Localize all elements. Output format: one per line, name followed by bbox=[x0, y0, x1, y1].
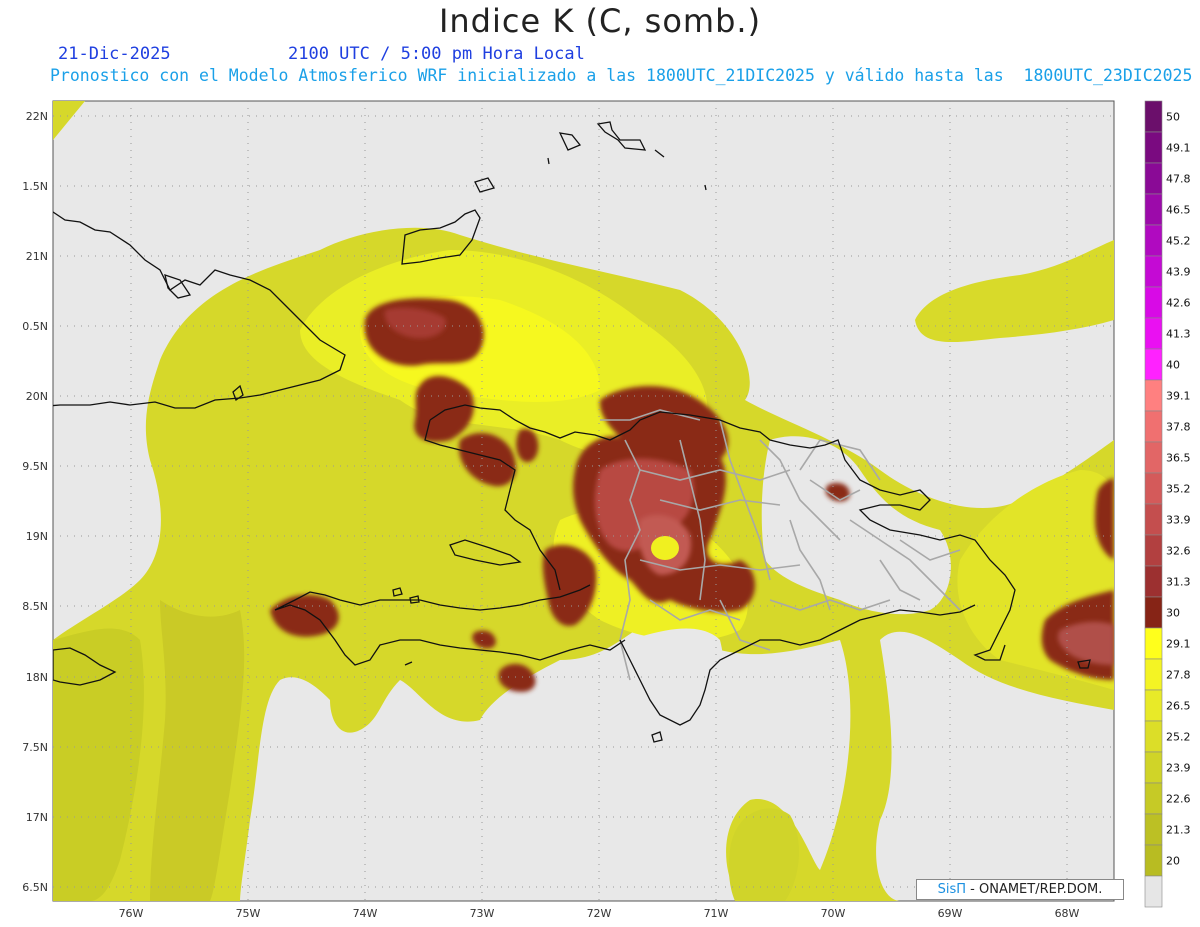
colorbar-swatch bbox=[1144, 534, 1163, 567]
colorbar-label: 47.8 bbox=[1166, 173, 1191, 186]
colorbar-swatch bbox=[1144, 193, 1163, 226]
lat-label: 21N bbox=[26, 250, 48, 263]
lat-label: 0.5N bbox=[22, 320, 48, 333]
colorbar-label: 26.5 bbox=[1166, 700, 1191, 713]
colorbar-label: 42.6 bbox=[1166, 297, 1191, 310]
colorbar-swatch bbox=[1144, 286, 1163, 319]
lat-label: 8.5N bbox=[22, 600, 48, 613]
colorbar-label: 37.8 bbox=[1166, 421, 1191, 434]
colorbar-swatch bbox=[1144, 162, 1163, 195]
colorbar-swatch bbox=[1144, 565, 1163, 598]
lat-label: 9.5N bbox=[22, 460, 48, 473]
lat-label: 20N bbox=[26, 390, 48, 403]
inner-yellow-hole bbox=[651, 536, 679, 560]
lon-label: 68W bbox=[1055, 907, 1080, 920]
colorbar-label: 33.9 bbox=[1166, 514, 1191, 527]
colorbar-label: 25.2 bbox=[1166, 731, 1191, 744]
colorbar-swatch bbox=[1144, 503, 1163, 536]
lat-label: 17N bbox=[26, 811, 48, 824]
colorbar-swatch bbox=[1144, 627, 1163, 660]
lat-label: 7.5N bbox=[22, 741, 48, 754]
colorbar-swatch bbox=[1144, 751, 1163, 784]
lon-label: 73W bbox=[470, 907, 495, 920]
colorbar-swatch bbox=[1144, 441, 1163, 474]
lat-label: 18N bbox=[26, 671, 48, 684]
colorbar-swatch bbox=[1144, 875, 1163, 908]
lat-label: 22N bbox=[26, 110, 48, 123]
lon-label: 74W bbox=[353, 907, 378, 920]
colorbar-label: 22.6 bbox=[1166, 793, 1191, 806]
colorbar-label: 41.3 bbox=[1166, 328, 1191, 341]
colorbar-swatch bbox=[1144, 317, 1163, 350]
colorbar-swatch bbox=[1144, 689, 1163, 722]
colorbar-label: 23.9 bbox=[1166, 762, 1191, 775]
colorbar-label: 50 bbox=[1166, 111, 1180, 124]
colorbar-label: 30 bbox=[1166, 607, 1180, 620]
colorbar-label: 29.1 bbox=[1166, 638, 1191, 651]
colorbar-label: 27.8 bbox=[1166, 669, 1191, 682]
lon-label: 72W bbox=[587, 907, 612, 920]
forecast-map: 22N 1.5N 21N 0.5N 20N 9.5N 19N 8.5N 18N … bbox=[22, 100, 1191, 920]
lon-label: 69W bbox=[938, 907, 963, 920]
colorbar-swatch bbox=[1144, 255, 1163, 288]
lat-label: 19N bbox=[26, 530, 48, 543]
colorbar-label: 40 bbox=[1166, 359, 1180, 372]
colorbar-swatch bbox=[1144, 844, 1163, 877]
colorbar-label: 32.6 bbox=[1166, 545, 1191, 558]
colorbar-label: 31.3 bbox=[1166, 576, 1191, 589]
colorbar-swatch bbox=[1144, 472, 1163, 505]
lat-label: 6.5N bbox=[22, 881, 48, 894]
colorbar-swatch bbox=[1144, 813, 1163, 846]
credit-box: SisΠ - ONAMET/REP.DOM. bbox=[916, 879, 1124, 900]
colorbar-swatch bbox=[1144, 348, 1163, 381]
lon-label: 70W bbox=[821, 907, 846, 920]
colorbar-label: 46.5 bbox=[1166, 204, 1191, 217]
colorbar-swatch bbox=[1144, 100, 1163, 133]
colorbar-label: 39.1 bbox=[1166, 390, 1191, 403]
colorbar-swatch bbox=[1144, 379, 1163, 412]
colorbar: 50 49.1 47.8 46.5 45.2 43.9 42.6 41.3 40 39.1 37.8… bbox=[1144, 100, 1191, 908]
colorbar-label: 45.2 bbox=[1166, 235, 1191, 248]
latitude-labels: 22N 1.5N 21N 0.5N 20N 9.5N 19N 8.5N 18N … bbox=[22, 110, 48, 894]
credit-brand: SisΠ bbox=[937, 882, 967, 897]
colorbar-swatch bbox=[1144, 131, 1163, 164]
colorbar-label: 20 bbox=[1166, 855, 1180, 868]
colorbar-label: 49.1 bbox=[1166, 142, 1191, 155]
colorbar-swatch bbox=[1144, 596, 1163, 629]
colorbar-swatch bbox=[1144, 782, 1163, 815]
colorbar-swatch bbox=[1144, 720, 1163, 753]
lon-label: 71W bbox=[704, 907, 729, 920]
longitude-labels: 76W 75W 74W 73W 72W 71W 70W 69W 68W bbox=[119, 907, 1080, 920]
lon-label: 76W bbox=[119, 907, 144, 920]
colorbar-label: 35.2 bbox=[1166, 483, 1191, 496]
lat-label: 1.5N bbox=[22, 180, 48, 193]
colorbar-label: 36.5 bbox=[1166, 452, 1191, 465]
colorbar-swatch bbox=[1144, 224, 1163, 257]
colorbar-swatch bbox=[1144, 658, 1163, 691]
colorbar-label: 43.9 bbox=[1166, 266, 1191, 279]
credit-text: - ONAMET/REP.DOM. bbox=[970, 882, 1103, 897]
colorbar-label: 21.3 bbox=[1166, 824, 1191, 837]
lon-label: 75W bbox=[236, 907, 261, 920]
colorbar-swatch bbox=[1144, 410, 1163, 443]
